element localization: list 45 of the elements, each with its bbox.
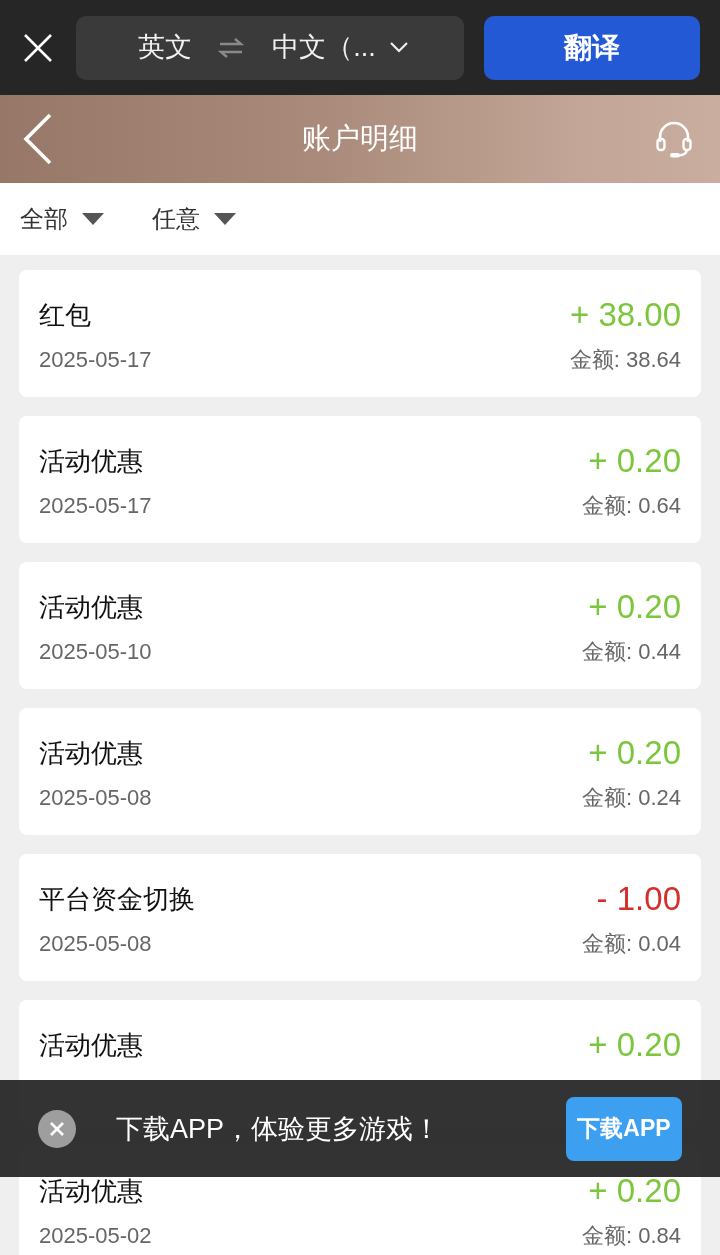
caret-down-icon [82,213,104,225]
transaction-date: 2025-05-17 [39,347,153,373]
transaction-card[interactable]: 平台资金切换 - 1.00 2025-05-08 金额: 0.04 [19,854,701,981]
transaction-amount: + 0.20 [588,736,681,770]
balance-text: 金额: 0.44 [581,638,681,666]
transaction-card[interactable]: 活动优惠 + 0.20 2025-05-10 金额: 0.44 [19,562,701,689]
transaction-title: 活动优惠 [39,1176,144,1206]
transaction-amount: - 1.00 [596,882,681,916]
transaction-title: 红包 [39,300,92,330]
page-title: 账户明细 [302,121,418,156]
transaction-title: 平台资金切换 [39,884,196,914]
back-icon[interactable] [23,113,53,165]
transaction-title: 活动优惠 [39,1030,144,1060]
transaction-amount: + 0.20 [588,590,681,624]
close-icon[interactable] [23,32,53,63]
transaction-card[interactable]: 红包 + 38.00 2025-05-17 金额: 38.64 [19,270,701,397]
filter-dropdown[interactable]: 任意 [152,203,236,235]
transaction-amount: + 0.20 [588,1028,681,1062]
transaction-date: 2025-05-10 [39,639,153,665]
transaction-date: 2025-05-08 [39,785,153,811]
transaction-title: 活动优惠 [39,738,144,768]
chevron-down-icon[interactable] [389,42,408,53]
transaction-title: 活动优惠 [39,446,144,476]
transaction-card[interactable]: 活动优惠 + 0.20 2025-05-08 金额: 0.24 [19,708,701,835]
balance-text: 金额: 0.04 [581,930,681,958]
balance-text: 金额: 0.24 [581,784,681,812]
translate-button[interactable]: 翻译 [484,15,700,80]
source-language: 英文 [138,34,193,61]
balance-text: 金额: 0.64 [581,492,681,520]
close-icon[interactable] [38,1109,76,1148]
caret-down-icon [214,213,236,225]
balance-text: 金额: 0.84 [581,1222,681,1250]
transaction-amount: + 38.00 [569,298,681,332]
transaction-title: 活动优惠 [39,592,144,622]
transaction-date: 2025-05-08 [39,931,153,957]
swap-icon[interactable] [218,36,245,59]
transaction-date: 2025-05-17 [39,493,153,519]
transaction-card[interactable]: 活动优惠 + 0.20 2025-05-17 金额: 0.64 [19,416,701,543]
transaction-amount: + 0.20 [588,444,681,478]
target-language: 中文（... [272,34,376,61]
filter-dropdown[interactable]: 全部 [20,203,104,235]
transaction-date: 2025-05-02 [39,1223,153,1249]
balance-text: 金额: 38.64 [569,346,681,374]
transaction-amount: + 0.20 [588,1174,681,1208]
language-selector[interactable]: 英文 中文（... [76,15,464,80]
